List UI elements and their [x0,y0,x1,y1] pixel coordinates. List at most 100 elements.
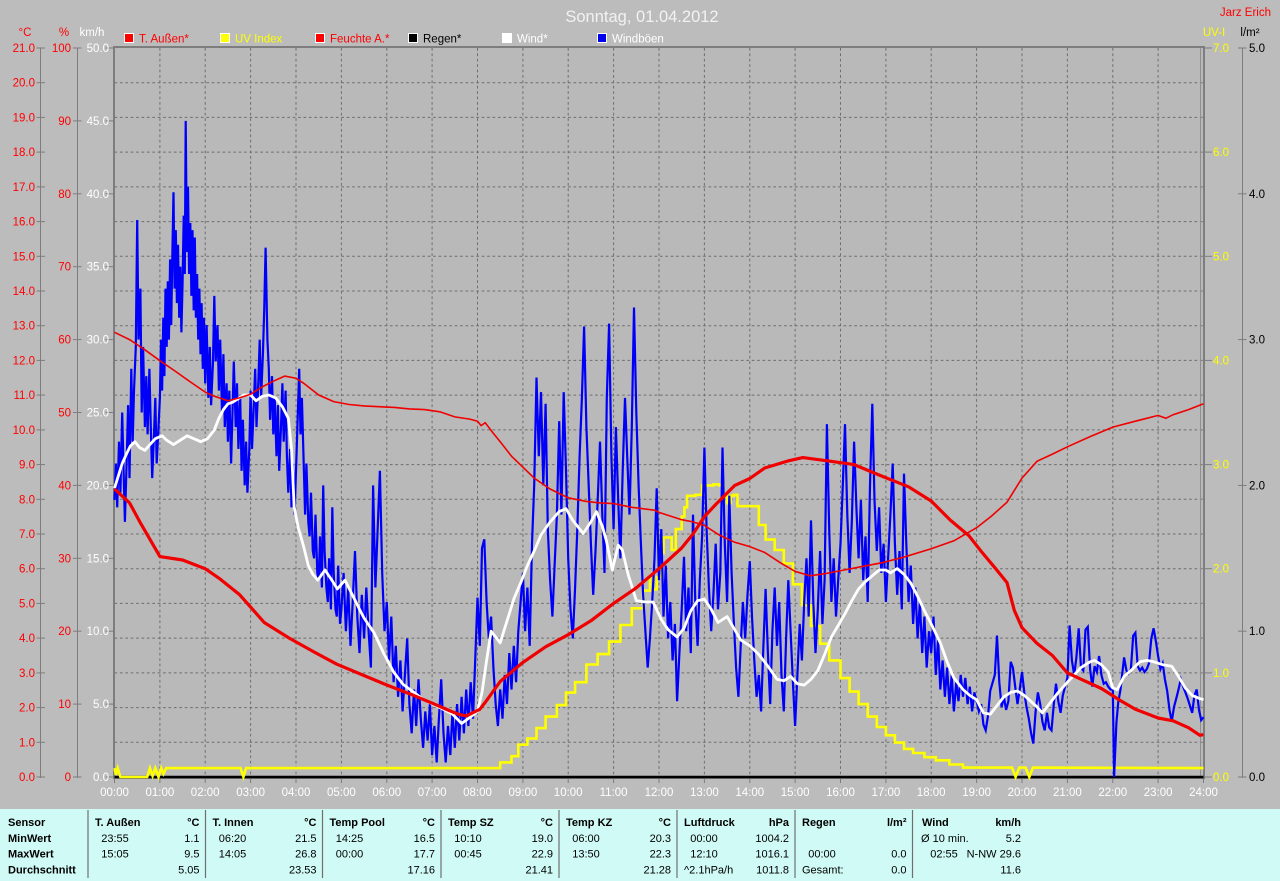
svg-text:Regen*: Regen* [423,34,462,46]
svg-text:16.5: 16.5 [414,833,435,845]
svg-text:100: 100 [52,43,71,55]
svg-text:hPa: hPa [769,817,790,829]
svg-text:15.0: 15.0 [87,553,109,565]
svg-text:10:00: 10:00 [554,787,583,799]
svg-text:13:00: 13:00 [690,787,719,799]
svg-text:Gesamt:: Gesamt: [802,865,844,877]
svg-text:19.0: 19.0 [532,833,553,845]
svg-text:17.0: 17.0 [13,182,35,194]
svg-text:21.41: 21.41 [525,865,553,877]
svg-text:3.0: 3.0 [1249,335,1265,347]
svg-text:50: 50 [58,408,71,420]
svg-text:26.8: 26.8 [295,849,316,861]
svg-text:1004.2: 1004.2 [755,833,789,845]
svg-text:19:00: 19:00 [962,787,991,799]
svg-text:03:00: 03:00 [236,787,265,799]
svg-text:Durchschnitt: Durchschnitt [8,865,76,877]
svg-text:17.7: 17.7 [414,849,435,861]
svg-text:04:00: 04:00 [282,787,311,799]
svg-text:°C: °C [19,27,32,39]
svg-text:Feuchte A.*: Feuchte A.* [330,34,390,46]
svg-text:T. Innen: T. Innen [213,817,254,829]
svg-text:30: 30 [58,553,71,565]
svg-text:0.0: 0.0 [891,849,906,861]
svg-text:9.0: 9.0 [19,460,35,472]
svg-text:5.0: 5.0 [93,699,109,711]
svg-text:25.0: 25.0 [87,408,109,420]
svg-text:5.0: 5.0 [1249,43,1265,55]
svg-text:°C: °C [659,817,671,829]
svg-text:11.6: 11.6 [1000,865,1021,877]
svg-text:10.0: 10.0 [87,626,109,638]
svg-text:22:00: 22:00 [1098,787,1127,799]
svg-text:Luftdruck: Luftdruck [684,817,736,829]
svg-text:60: 60 [58,335,71,347]
svg-text:40: 40 [58,480,71,492]
svg-text:00:00: 00:00 [336,849,364,861]
svg-text:8.0: 8.0 [19,494,35,506]
svg-text:5.0: 5.0 [1213,251,1229,263]
svg-text:14:05: 14:05 [219,849,247,861]
svg-text:11:00: 11:00 [600,787,628,799]
svg-text:UV Index: UV Index [235,34,283,46]
svg-text:05:00: 05:00 [327,787,356,799]
svg-text:02:55: 02:55 [930,849,958,861]
svg-text:Wind: Wind [922,817,949,829]
svg-text:00:00: 00:00 [690,833,718,845]
svg-text:°C: °C [304,817,316,829]
svg-text:90: 90 [58,116,71,128]
svg-text:2.0: 2.0 [19,703,35,715]
svg-text:21.0: 21.0 [13,43,35,55]
svg-text:09:00: 09:00 [509,787,538,799]
svg-text:MaxWert: MaxWert [8,849,54,861]
svg-text:14.0: 14.0 [13,286,35,298]
svg-text:01:00: 01:00 [146,787,175,799]
svg-text:14:00: 14:00 [735,787,764,799]
svg-text:45.0: 45.0 [87,116,109,128]
svg-text:km/h: km/h [80,27,105,39]
svg-text:Wind*: Wind* [517,34,548,46]
svg-text:T. Außen: T. Außen [95,817,141,829]
svg-text:18:00: 18:00 [917,787,946,799]
svg-text:Temp SZ: Temp SZ [448,817,494,829]
svg-text:00:45: 00:45 [454,849,482,861]
svg-text:Temp Pool: Temp Pool [330,817,385,829]
svg-text:21.28: 21.28 [643,865,671,877]
svg-text:08:00: 08:00 [463,787,492,799]
svg-text:00:00: 00:00 [100,787,129,799]
svg-text:0.0: 0.0 [1213,772,1229,784]
svg-text:Ø 10 min.: Ø 10 min. [921,833,969,845]
svg-text:35.0: 35.0 [87,262,109,274]
svg-text:10.0: 10.0 [13,425,35,437]
svg-text:20.0: 20.0 [87,480,109,492]
svg-text:13:50: 13:50 [572,849,600,861]
svg-text:°C: °C [541,817,553,829]
svg-text:0.0: 0.0 [93,772,109,784]
svg-text:17:00: 17:00 [872,787,901,799]
svg-text:20: 20 [58,626,71,638]
svg-text:1016.1: 1016.1 [755,849,789,861]
svg-text:07:00: 07:00 [418,787,447,799]
svg-text:24:00: 24:00 [1189,787,1218,799]
svg-text:Temp KZ: Temp KZ [566,817,613,829]
svg-text:12.0: 12.0 [13,355,35,367]
svg-text:6.0: 6.0 [1213,147,1229,159]
svg-text:06:00: 06:00 [372,787,401,799]
svg-text:T. Außen*: T. Außen* [139,34,189,46]
svg-text:UV-I: UV-I [1203,27,1225,39]
svg-text:40.0: 40.0 [87,189,109,201]
svg-text:5.0: 5.0 [19,598,35,610]
svg-text:7.0: 7.0 [19,529,35,541]
svg-text:Sensor: Sensor [8,817,46,829]
svg-text:21:00: 21:00 [1053,787,1082,799]
svg-text:2.0: 2.0 [1249,480,1265,492]
svg-text:70: 70 [58,262,71,274]
svg-text:20.3: 20.3 [650,833,671,845]
svg-text:16.0: 16.0 [13,217,35,229]
svg-text:13.0: 13.0 [13,321,35,333]
svg-text:°C: °C [187,817,199,829]
svg-text:9.5: 9.5 [184,849,199,861]
svg-text:3.0: 3.0 [1213,460,1229,472]
svg-text:1011.8: 1011.8 [756,865,789,877]
svg-text:30.0: 30.0 [87,335,109,347]
